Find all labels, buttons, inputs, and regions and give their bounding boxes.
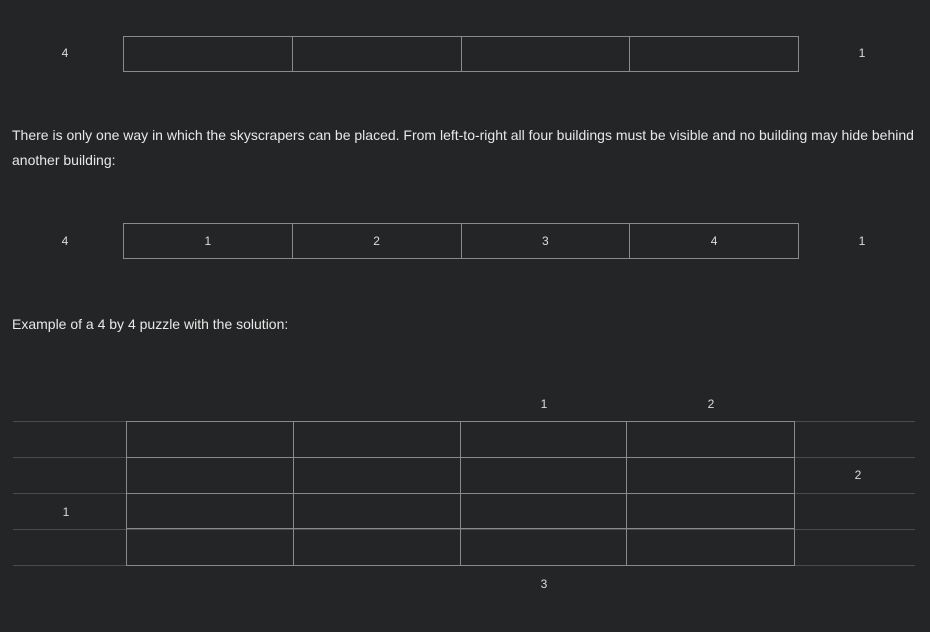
grid-cell (293, 422, 461, 458)
grid-cell (460, 422, 628, 458)
grid-cell (460, 457, 628, 494)
grid-cell (293, 457, 461, 494)
grid-cell (627, 458, 794, 494)
grid-cell (127, 493, 294, 530)
row1-cell (291, 37, 461, 71)
row2-cell: 1 (204, 234, 212, 248)
grid-cell (293, 493, 461, 530)
row1-cell (629, 37, 798, 71)
example-row-solved: 1 2 3 4 (123, 223, 799, 259)
row1-left-clue: 4 (61, 46, 69, 60)
grid-cell (294, 529, 461, 565)
row1-right-clue: 1 (858, 46, 866, 60)
puzzle-intro-paragraph: Example of a 4 by 4 puzzle with the solu… (12, 316, 289, 332)
row2-left-clue: 4 (61, 234, 69, 248)
grid-cell (627, 529, 794, 565)
explanation-paragraph: There is only one way in which the skysc… (12, 127, 914, 168)
right-clue: 2 (854, 468, 862, 482)
example-row-empty (123, 36, 799, 72)
row2-right-clue: 1 (858, 234, 866, 248)
puzzle-grid (126, 421, 795, 566)
grid-cell (627, 422, 794, 458)
top-clue: 1 (540, 397, 548, 411)
grid-cell (127, 529, 294, 565)
grid-cell (627, 494, 794, 530)
grid-cell (461, 529, 628, 565)
grid-cell (127, 457, 294, 494)
top-clue: 2 (707, 397, 715, 411)
left-clue: 1 (62, 505, 70, 519)
row2-cell: 3 (460, 224, 630, 258)
grid-cell (127, 422, 294, 458)
row1-cell (124, 37, 292, 71)
grid-cell (460, 493, 628, 530)
row1-cell (460, 37, 630, 71)
row2-cell: 2 (291, 224, 461, 258)
bottom-clue: 3 (540, 577, 548, 591)
row2-cell: 4 (629, 224, 798, 258)
